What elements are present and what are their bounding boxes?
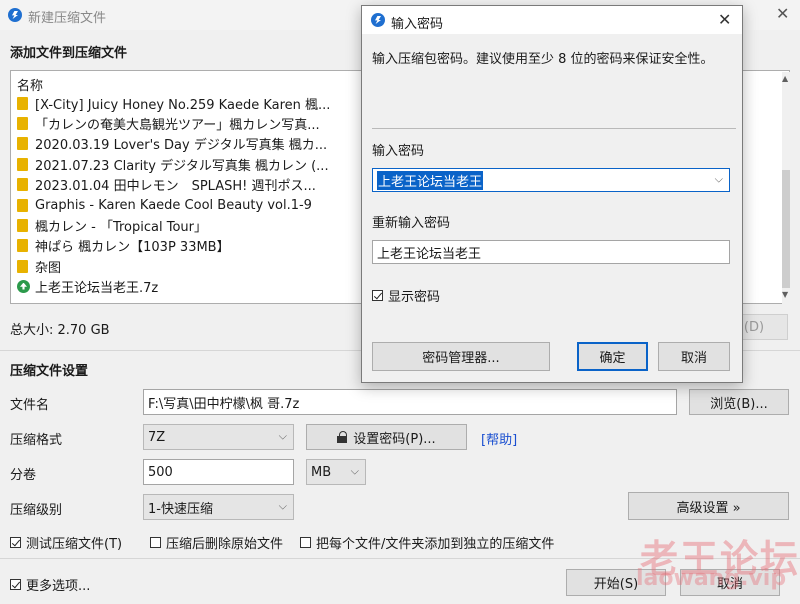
chevron-down-icon: ⌵ [350, 464, 359, 478]
more-options-label: 更多选项... [26, 579, 91, 594]
list-item[interactable]: 2021.07.23 Clarity デジタル写真集 楓カレン (... [17, 154, 329, 174]
app-logo-icon [371, 13, 385, 27]
split-unit-select[interactable]: MB ⌵ [306, 459, 366, 485]
password-dialog: 输入密码 ✕ 输入压缩包密码。建议使用至少 8 位的密码来保证安全性。 输入密码… [361, 5, 743, 383]
column-header-name[interactable]: 名称 [17, 75, 43, 94]
list-item[interactable]: [X-City] Juicy Honey No.259 Kaede Karen … [17, 93, 330, 113]
folder-icon [17, 259, 28, 273]
split-unit-value: MB [311, 464, 332, 480]
list-item-label: 「カレンの奄美大島観光ツアー」楓カレン写真... [35, 117, 320, 133]
password-input[interactable]: 上老王论坛当老王 ⌵ [372, 168, 730, 192]
list-item[interactable]: 「カレンの奄美大島観光ツアー」楓カレン写真... [17, 113, 320, 133]
list-item-label: 2020.03.19 Lover's Day デジタル写真集 楓カ... [35, 137, 328, 153]
split-size-input[interactable]: 500 [143, 459, 294, 485]
split-label: 分卷 [10, 468, 37, 483]
list-item-label: 上老王论坛当老王.7z [35, 280, 159, 296]
dialog-title: 输入密码 [391, 17, 444, 32]
dialog-description-area: 输入压缩包密码。建议使用至少 8 位的密码来保证安全性。 [362, 34, 742, 128]
scroll-up-icon[interactable]: ▲ [782, 74, 788, 83]
list-item[interactable]: 上老王论坛当老王.7z [17, 276, 158, 296]
more-options-checkbox[interactable]: 更多选项... [10, 575, 90, 594]
folder-icon [17, 238, 28, 252]
folder-icon [17, 198, 28, 212]
dialog-close-icon[interactable]: ✕ [718, 10, 731, 29]
password-value: 上老王论坛当老王 [377, 170, 484, 190]
set-password-button[interactable]: 设置密码(P)... [306, 424, 467, 450]
settings-title: 压缩文件设置 [10, 364, 89, 379]
show-password-label: 显示密码 [388, 290, 441, 305]
password-manager-button[interactable]: 密码管理器... [372, 342, 550, 371]
folder-icon [17, 116, 28, 130]
window-title: 新建压缩文件 [28, 11, 107, 26]
delete-after-checkbox[interactable]: 压缩后删除原始文件 [150, 533, 283, 552]
list-item[interactable]: 2023.01.04 田中レモン SPLASH! 週刊ポス... [17, 174, 316, 194]
browse-button[interactable]: 浏览(B)... [689, 389, 789, 415]
add-files-title: 添加文件到压缩文件 [10, 46, 128, 61]
list-item-label: 神ぱら 楓カレン【103P 33MB】 [35, 239, 230, 255]
list-item-label: [X-City] Juicy Honey No.259 Kaede Karen … [35, 97, 331, 113]
test-archive-checkbox[interactable]: 测试压缩文件(T) [10, 533, 122, 552]
delete-after-label: 压缩后删除原始文件 [166, 537, 284, 552]
confirm-password-input[interactable]: 上老王论坛当老王 [372, 240, 730, 264]
scroll-down-icon[interactable]: ▼ [782, 290, 788, 299]
folder-icon [17, 177, 28, 191]
filename-input[interactable]: F:\写真\田中柠檬\枫 哥.7z [143, 389, 677, 415]
list-item[interactable]: 楓カレン - 「Tropical Tour」 [17, 215, 207, 235]
separate-archives-label: 把每个文件/文件夹添加到独立的压缩文件 [316, 537, 555, 552]
app-logo-icon [8, 8, 22, 22]
list-item[interactable]: Graphis - Karen Kaede Cool Beauty vol.1-… [17, 195, 312, 215]
list-item-label: 2021.07.23 Clarity デジタル写真集 楓カレン (... [35, 158, 329, 174]
checkbox-box[interactable] [10, 579, 21, 590]
list-item-label: Graphis - Karen Kaede Cool Beauty vol.1-… [35, 197, 312, 213]
checkbox-box[interactable] [372, 290, 383, 301]
list-item-label: 杂图 [35, 260, 62, 276]
password-label: 输入密码 [372, 144, 425, 159]
total-size: 总大小: 2.70 GB [10, 323, 110, 338]
advanced-settings-button[interactable]: 高级设置 » [628, 492, 789, 520]
set-password-label: 设置密码(P)... [353, 431, 436, 447]
chevron-down-icon: ⌵ [278, 429, 287, 443]
archive-icon [17, 279, 30, 293]
format-value: 7Z [148, 429, 166, 445]
level-label: 压缩级别 [10, 503, 63, 518]
list-item[interactable]: 神ぱら 楓カレン【103P 33MB】 [17, 235, 230, 255]
show-password-checkbox[interactable]: 显示密码 [372, 286, 440, 305]
lock-icon [337, 431, 348, 443]
list-item[interactable]: 杂图 [17, 256, 61, 276]
list-item-label: 楓カレン - 「Tropical Tour」 [35, 219, 207, 235]
dialog-titlebar: 输入密码 ✕ [362, 6, 742, 34]
divider [372, 128, 736, 129]
separate-archives-checkbox[interactable]: 把每个文件/文件夹添加到独立的压缩文件 [300, 533, 554, 552]
confirm-password-label: 重新输入密码 [372, 216, 451, 231]
list-scrollbar[interactable]: ▲ ▼ [782, 72, 790, 304]
chevron-down-icon: ⌵ [278, 499, 287, 513]
dialog-cancel-button[interactable]: 取消 [658, 342, 730, 371]
checkbox-box[interactable] [150, 537, 161, 548]
window-close-icon[interactable]: ✕ [776, 4, 789, 23]
folder-icon [17, 96, 28, 110]
ok-button[interactable]: 确定 [577, 342, 648, 371]
list-item[interactable]: 2020.03.19 Lover's Day デジタル写真集 楓カ... [17, 133, 327, 153]
format-select[interactable]: 7Z ⌵ [143, 424, 294, 450]
format-label: 压缩格式 [10, 433, 63, 448]
list-item-label: 2023.01.04 田中レモン SPLASH! 週刊ポス... [35, 178, 316, 194]
folder-icon [17, 136, 28, 150]
filename-label: 文件名 [10, 398, 50, 413]
folder-icon [17, 157, 28, 171]
test-archive-label: 测试压缩文件(T) [26, 537, 123, 552]
checkbox-box[interactable] [10, 537, 21, 548]
checkbox-box[interactable] [300, 537, 311, 548]
chevron-down-icon[interactable]: ⌵ [715, 172, 723, 186]
folder-icon [17, 218, 28, 232]
dialog-description: 输入压缩包密码。建议使用至少 8 位的密码来保证安全性。 [372, 52, 714, 67]
split-size-value: 500 [148, 464, 173, 480]
level-select[interactable]: 1-快速压缩 ⌵ [143, 494, 294, 520]
help-link[interactable]: [帮助] [481, 429, 517, 448]
level-value: 1-快速压缩 [148, 501, 213, 517]
scroll-thumb[interactable] [782, 170, 790, 288]
watermark-url: laowang.vip [636, 566, 787, 591]
